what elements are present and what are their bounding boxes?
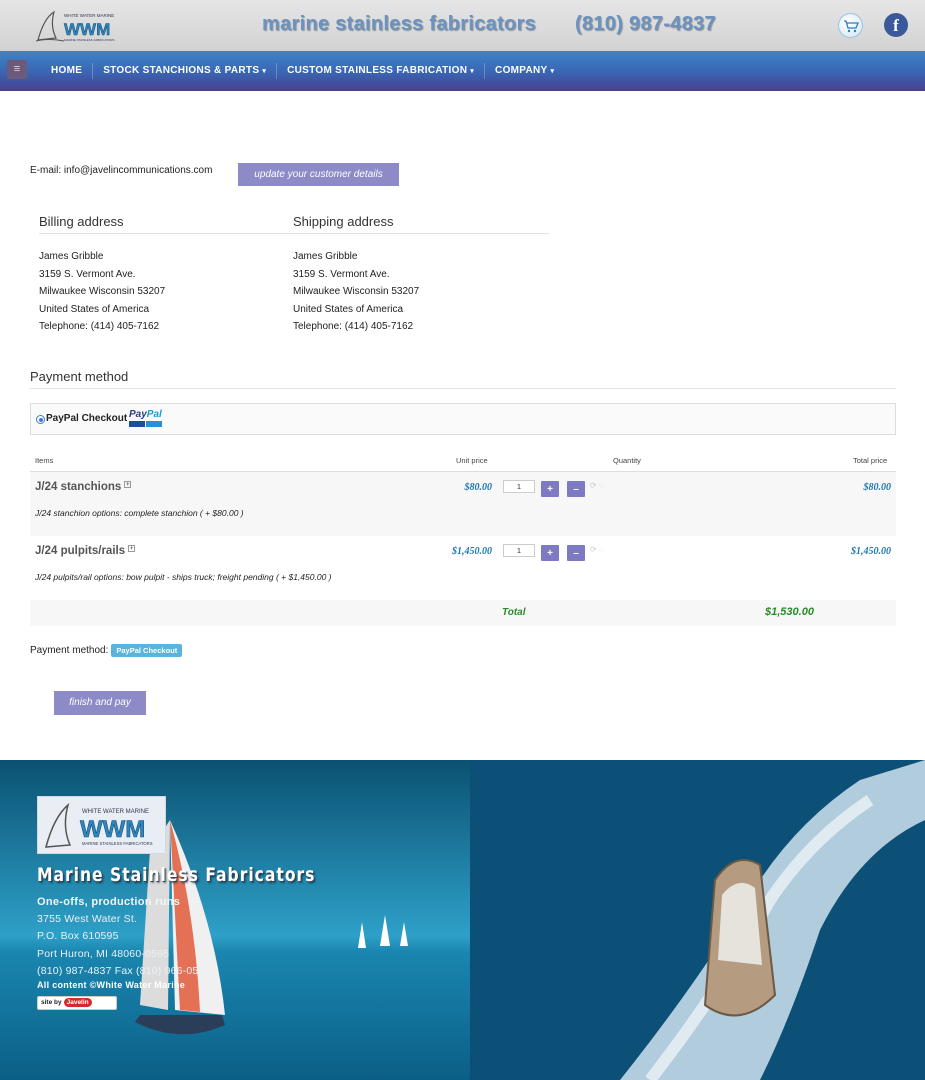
billing-line: Telephone: (414) 405-7162 (39, 321, 160, 332)
logo-letters: WWM (64, 20, 110, 39)
quantity-input[interactable]: 1 (503, 544, 535, 557)
increase-quantity-button[interactable]: + (541, 481, 559, 497)
paypal-word-pay: Pay (129, 409, 147, 420)
footer-phone-fax: (810) 987-4837 Fax (810) 966-0597 (37, 965, 211, 977)
quantity-input[interactable]: 1 (503, 480, 535, 493)
unit-price: $1,450.00 (452, 546, 492, 557)
item-name[interactable]: J/24 stanchions + (35, 481, 132, 493)
billing-address: Billing address James Gribble 3159 S. Ve… (39, 214, 293, 339)
billing-heading: Billing address (39, 214, 293, 234)
chevron-down-icon: ▾ (262, 68, 267, 75)
billing-line: Milwaukee Wisconsin 53207 (39, 286, 166, 297)
billing-line: James Gribble (39, 251, 104, 262)
chevron-down-icon: ▾ (550, 68, 555, 75)
cart-button[interactable] (838, 13, 863, 38)
shipping-line: Telephone: (414) 405-7162 (293, 321, 414, 332)
logo-small-text: WHITE WATER MARINE (64, 13, 114, 18)
row-total-price: $80.00 (863, 482, 892, 493)
chevron-down-icon: ▾ (470, 68, 475, 75)
unit-price: $80.00 (464, 482, 493, 493)
payment-option-paypal[interactable]: PayPal Checkout PayPal (30, 403, 896, 435)
payment-badge: PayPal Checkout (111, 644, 183, 657)
refresh-icon[interactable]: ⟳ ◌ (590, 545, 604, 554)
nav-items: HOME STOCK STANCHIONS & PARTS ▾ CUSTOM ST… (41, 51, 564, 91)
decrease-quantity-button[interactable]: – (567, 545, 585, 561)
footer-address-line: Port Huron, MI 48060-0595 (37, 948, 170, 960)
nav-home-label: HOME (51, 65, 83, 76)
footer-logo-letters: WWM (80, 816, 145, 843)
item-name[interactable]: J/24 pulpits/rails + (35, 545, 136, 557)
nav-custom-fabrication[interactable]: CUSTOM STAINLESS FABRICATION ▾ (277, 63, 486, 79)
footer-address-line: P.O. Box 610595 (37, 930, 119, 942)
footer-title: Marine Stainless Fabricators (37, 864, 316, 886)
header-logo[interactable]: WHITE WATER MARINE WWM MARINE STAINLESS … (34, 8, 126, 44)
billing-line: 3159 S. Vermont Ave. (39, 268, 136, 280)
site-tagline: marine stainless fabricators (262, 13, 537, 35)
col-items: Items (35, 456, 54, 465)
paypal-logo-icon: PayPal (129, 410, 163, 428)
row-total-price: $1,450.00 (851, 546, 891, 557)
logo-sail-icon: WHITE WATER MARINE WWM MARINE STAINLESS … (35, 10, 115, 42)
top-header: WHITE WATER MARINE WWM MARINE STAINLESS … (0, 0, 925, 51)
col-total-price: Total price (853, 456, 888, 465)
payment-summary-label: Payment method: (30, 645, 109, 656)
shipping-line: United States of America (293, 303, 404, 315)
finish-and-pay-button[interactable]: finish and pay (54, 691, 146, 715)
footer-subtitle: One-offs, production runs (37, 896, 181, 908)
items-table-header: Items Unit price Quantity Total price (30, 453, 896, 472)
total-value: $1,530.00 (765, 606, 814, 618)
hamburger-menu-icon[interactable]: ≡ (7, 60, 27, 79)
shipping-line: Milwaukee Wisconsin 53207 (293, 286, 420, 297)
site-by-label: site by (41, 999, 62, 1006)
table-row: J/24 stanchions + $80.00 1 + – ⟳ ◌ $80.00… (30, 472, 896, 536)
item-options: J/24 pulpits/rail options: bow pulpit - … (35, 572, 332, 582)
paypal-option-label: PayPal Checkout (46, 413, 128, 424)
nav-company[interactable]: COMPANY ▾ (485, 63, 564, 79)
footer-logo-sail-icon: WHITE WATER MARINE WWM MARINE STAINLESS … (45, 802, 153, 848)
cart-icon (844, 20, 859, 33)
table-row: J/24 pulpits/rails + $1,450.00 1 + – ⟳ ◌ … (30, 536, 896, 600)
item-name-text: J/24 stanchions (35, 481, 122, 493)
footer: WHITE WATER MARINE WWM MARINE STAINLESS … (0, 760, 925, 1080)
update-customer-details-button[interactable]: update your customer details (238, 163, 399, 186)
billing-line: United States of America (39, 303, 150, 315)
nav-stock-stanchions[interactable]: STOCK STANCHIONS & PARTS ▾ (93, 63, 278, 79)
decrease-quantity-button[interactable]: – (567, 481, 585, 497)
total-label: Total (502, 607, 526, 618)
main-nav: ≡ HOME STOCK STANCHIONS & PARTS ▾ CUSTOM … (0, 51, 925, 91)
footer-logo-small-text: WHITE WATER MARINE (82, 809, 149, 815)
item-name-text: J/24 pulpits/rails (35, 545, 126, 557)
shipping-heading: Shipping address (293, 214, 549, 234)
payment-method-summary: Payment method: PayPal Checkout (30, 644, 183, 657)
shipping-line: James Gribble (293, 251, 358, 262)
order-total-row: Total $1,530.00 (30, 600, 896, 626)
nav-company-label: COMPANY (495, 65, 548, 76)
footer-address-line: 3755 West Water St. (37, 913, 138, 925)
col-unit-price: Unit price (456, 456, 488, 465)
item-options: J/24 stanchion options: complete stanchi… (35, 508, 244, 518)
customer-email: E-mail: info@javelincommunications.com (30, 165, 213, 176)
footer-copyright: All content ©White Water Marine (37, 980, 186, 990)
payment-method-heading: Payment method (30, 369, 896, 389)
facebook-icon[interactable]: f (884, 13, 908, 37)
info-icon[interactable]: + (124, 481, 132, 488)
nav-custom-label: CUSTOM STAINLESS FABRICATION (287, 65, 468, 76)
refresh-icon[interactable]: ⟳ ◌ (590, 481, 604, 490)
footer-logo-sub-text: MARINE STAINLESS FABRICATORS (82, 841, 153, 846)
nav-home[interactable]: HOME (41, 63, 94, 79)
paypal-word-pal: Pal (146, 409, 162, 420)
info-icon[interactable]: + (128, 545, 136, 552)
site-by-javelin-link[interactable]: site by Javelin (37, 996, 117, 1010)
shipping-line: 3159 S. Vermont Ave. (293, 268, 390, 280)
col-quantity: Quantity (613, 456, 641, 465)
header-phone[interactable]: (810) 987-4837 (575, 13, 716, 36)
nav-stock-label: STOCK STANCHIONS & PARTS (103, 65, 260, 76)
paypal-radio[interactable] (36, 415, 45, 424)
footer-logo[interactable]: WHITE WATER MARINE WWM MARINE STAINLESS … (37, 796, 166, 854)
javelin-logo: Javelin (63, 998, 92, 1007)
increase-quantity-button[interactable]: + (541, 545, 559, 561)
shipping-address: Shipping address James Gribble 3159 S. V… (293, 214, 549, 339)
logo-sub-text: MARINE STAINLESS FABRICATORS (64, 38, 115, 42)
